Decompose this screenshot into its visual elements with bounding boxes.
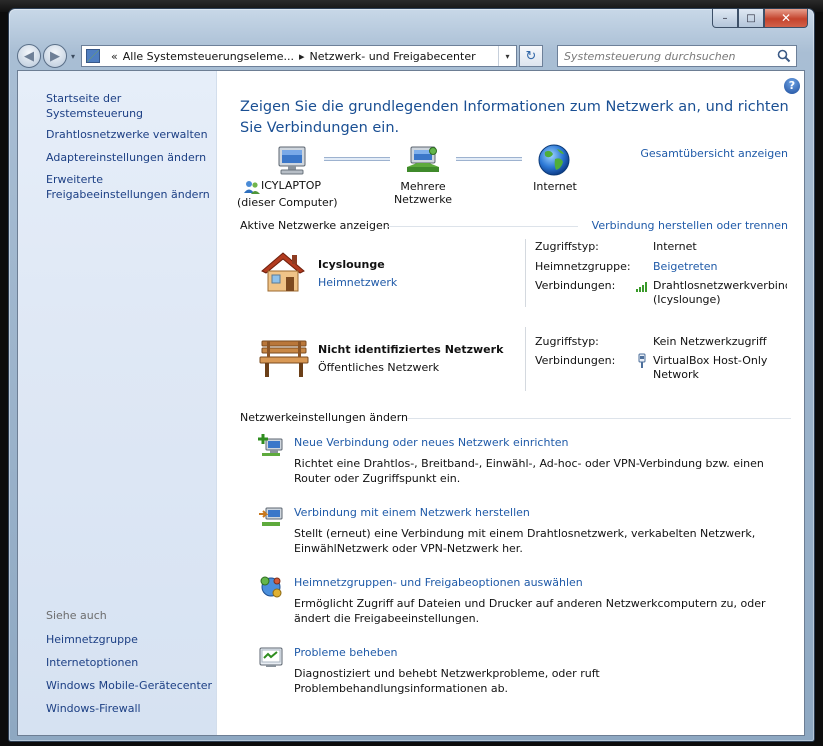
- wifi-signal-icon: [636, 282, 647, 292]
- network-type-public: Öffentliches Netzwerk: [318, 361, 440, 374]
- network-icon[interactable]: [405, 143, 441, 177]
- section-divider: [407, 418, 791, 419]
- map-network-label: Mehrere Netzwerke: [393, 180, 453, 206]
- recent-pages-dropdown[interactable]: ▾: [67, 52, 79, 61]
- sidebar-link-homegroup[interactable]: Heimnetzgruppe: [46, 632, 138, 647]
- address-bar[interactable]: « Alle Systemsteuerungseleme... ▸ Netzwe…: [81, 45, 517, 67]
- close-button[interactable]: ✕: [764, 9, 808, 28]
- active-networks-heading-text: Aktive Netzwerke anzeigen: [240, 219, 390, 232]
- network-divider: [525, 327, 526, 391]
- sidebar-link-adapter-settings[interactable]: Adaptereinstellungen ändern: [46, 150, 206, 165]
- search-input[interactable]: [564, 49, 764, 63]
- map-computer-name[interactable]: ICYLAPTOP: [261, 179, 321, 192]
- task-link-connect-network[interactable]: Verbindung mit einem Netzwerk herstellen: [294, 506, 530, 519]
- search-box[interactable]: [557, 45, 797, 67]
- map-computer-subtitle: (dieser Computer): [237, 196, 338, 209]
- network-divider: [525, 239, 526, 307]
- map-connection-line: [456, 157, 522, 161]
- computer-icon: [278, 146, 306, 175]
- page-title: Zeigen Sie die grundlegenden Information…: [240, 99, 789, 136]
- globe-icon[interactable]: [537, 143, 571, 177]
- connect-disconnect-link[interactable]: Verbindung herstellen oder trennen: [592, 219, 788, 232]
- see-also-heading: Siehe auch: [46, 609, 107, 622]
- task-desc-homegroup-options: Ermöglicht Zugriff auf Dateien und Druck…: [294, 597, 766, 625]
- section-divider: [388, 226, 578, 227]
- task-link-new-connection[interactable]: Neue Verbindung oder neues Netzwerk einr…: [294, 436, 569, 449]
- breadcrumb-item-network-center[interactable]: Netzwerk- und Freigabecenter: [309, 50, 475, 63]
- settings-heading: Netzwerkeinstellungen ändern: [240, 411, 408, 424]
- control-panel-icon: [86, 49, 100, 63]
- new-connection-icon: [258, 434, 283, 456]
- network-name-unidentified: Nicht identifiziertes Netzwerk: [318, 343, 504, 356]
- breadcrumb-item-all-control-panel[interactable]: Alle Systemsteuerungseleme...: [123, 50, 294, 63]
- task-desc-new-connection: Richtet eine Drahtlos-, Breitband-, Einw…: [294, 457, 764, 485]
- network-type-link-home[interactable]: Heimnetzwerk: [318, 276, 397, 289]
- connect-network-icon: [259, 507, 283, 526]
- access-type-value: Internet: [653, 240, 697, 253]
- sidebar-link-control-panel-home[interactable]: Startseite der Systemsteuerung: [46, 91, 216, 121]
- active-networks-heading: Aktive Netzwerke anzeigen: [240, 219, 390, 232]
- help-icon[interactable]: ?: [784, 78, 800, 94]
- access-type-label: Zugriffstyp:: [535, 240, 599, 253]
- home-network-icon[interactable]: [258, 249, 308, 295]
- public-network-bench-icon[interactable]: [258, 337, 310, 379]
- virtualbox-connection-link[interactable]: VirtualBox Host-Only Network: [653, 354, 767, 382]
- back-button[interactable]: ◀: [17, 44, 41, 68]
- caption-buttons: – □ ✕: [712, 9, 808, 29]
- network-name-icyslounge: Icyslounge: [318, 258, 385, 271]
- minimize-button[interactable]: –: [712, 9, 738, 28]
- maximize-button[interactable]: □: [738, 9, 764, 28]
- task-link-troubleshoot[interactable]: Probleme beheben: [294, 646, 397, 659]
- address-dropdown-icon[interactable]: ▾: [498, 46, 516, 66]
- sidebar-link-internet-options[interactable]: Internetoptionen: [46, 655, 138, 670]
- task-desc-troubleshoot: Diagnostiziert und behebt Netzwerkproble…: [294, 667, 600, 695]
- map-connection-line: [324, 157, 390, 161]
- content-pane: Startseite der Systemsteuerung Drahtlosn…: [17, 70, 805, 736]
- sidebar-link-mobile-device-center[interactable]: Windows Mobile-Gerätecenter: [46, 678, 212, 693]
- task-sidebar: Startseite der Systemsteuerung Drahtlosn…: [18, 71, 217, 735]
- map-internet-label: Internet: [533, 180, 577, 193]
- main-panel: ? Zeigen Sie die grundlegenden Informati…: [217, 71, 804, 735]
- breadcrumb-overflow[interactable]: «: [111, 50, 118, 63]
- access-type-value: Kein Netzwerkzugriff: [653, 335, 767, 348]
- navigation-bar: ◀ ▶ ▾ « Alle Systemsteuerungseleme... ▸ …: [17, 41, 807, 71]
- sidebar-link-windows-firewall[interactable]: Windows-Firewall: [46, 701, 141, 716]
- homegroup-sharing-icon: [260, 576, 282, 598]
- homegroup-label: Heimnetzgruppe:: [535, 260, 631, 273]
- ethernet-cable-icon: [638, 353, 646, 368]
- task-link-homegroup-options[interactable]: Heimnetzgruppen- und Freigabeoptionen au…: [294, 576, 583, 589]
- search-icon[interactable]: [777, 49, 791, 63]
- connections-label: Verbindungen:: [535, 279, 616, 292]
- breadcrumb-separator-icon[interactable]: ▸: [299, 50, 305, 63]
- connections-label: Verbindungen:: [535, 354, 616, 367]
- sidebar-link-manage-wireless[interactable]: Drahtlosnetzwerke verwalten: [46, 127, 208, 142]
- refresh-button[interactable]: ↻: [519, 45, 543, 67]
- task-desc-connect-network: Stellt (erneut) eine Verbindung mit eine…: [294, 527, 756, 555]
- wireless-connection-link[interactable]: Drahtlosnetzwerkverbindu (Icyslounge): [653, 279, 787, 307]
- homegroup-joined-link[interactable]: Beigetreten: [653, 260, 718, 273]
- view-full-map-link[interactable]: Gesamtübersicht anzeigen: [640, 147, 788, 160]
- forward-button[interactable]: ▶: [43, 44, 67, 68]
- access-type-label: Zugriffstyp:: [535, 335, 599, 348]
- users-icon: [244, 181, 260, 194]
- sidebar-link-advanced-sharing[interactable]: Erweiterte Freigabeeinstellungen ändern: [46, 172, 210, 202]
- settings-heading-text: Netzwerkeinstellungen ändern: [240, 411, 408, 424]
- troubleshoot-icon: [259, 647, 283, 667]
